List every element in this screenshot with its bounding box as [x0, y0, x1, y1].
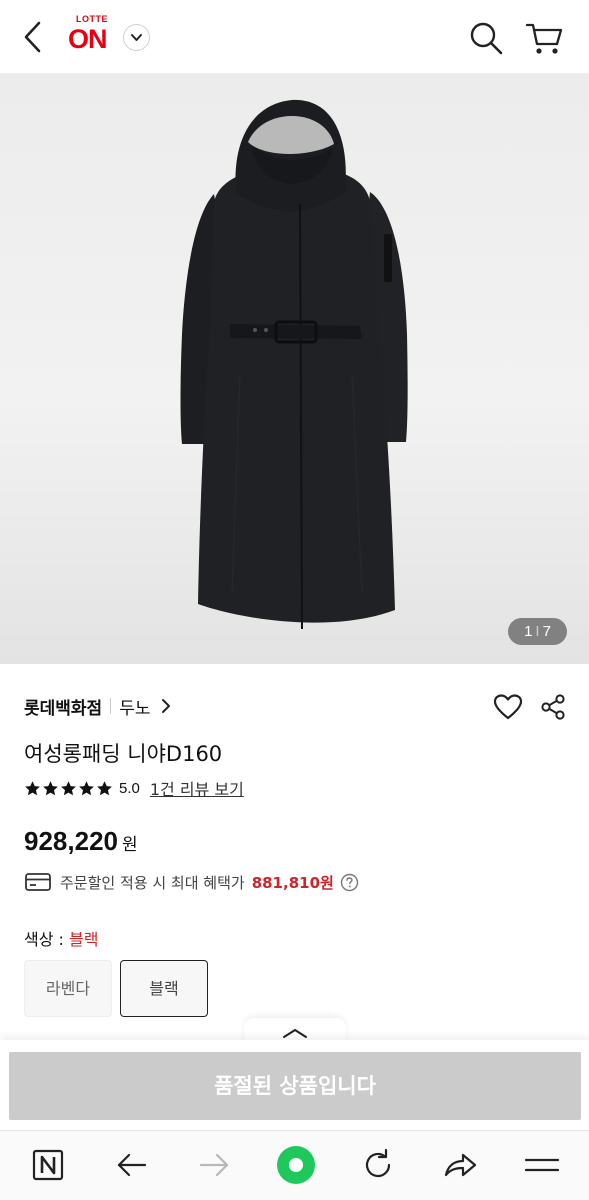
color-value: 블랙: [69, 930, 99, 949]
arrow-right-icon: [199, 1153, 229, 1177]
review-link[interactable]: 1건 리뷰 보기: [150, 776, 244, 800]
option-lavender[interactable]: 라벤다: [24, 960, 112, 1017]
star-icon: [43, 780, 58, 795]
brand-divider: [110, 698, 112, 714]
brand-row[interactable]: 롯데백화점 두노: [24, 694, 172, 719]
naver-n-icon: [32, 1149, 64, 1181]
image-counter: 1I7: [508, 618, 567, 645]
product-image-gallery[interactable]: 1I7: [0, 74, 589, 664]
chevron-down-icon: [131, 34, 142, 41]
benefit-row[interactable]: 주문할인 적용 시 최대 혜택가 881,810원: [24, 870, 359, 894]
back-button[interactable]: [18, 18, 50, 56]
star-icon: [61, 780, 76, 795]
image-counter-total: 7: [542, 623, 551, 640]
refresh-icon: [365, 1148, 391, 1178]
wishlist-button[interactable]: [493, 693, 523, 721]
rating-row: 5.0 1건 리뷰 보기: [24, 776, 244, 800]
search-icon: [470, 22, 503, 55]
share-button[interactable]: [539, 693, 567, 721]
color-label: 색상 :: [24, 930, 70, 949]
lotte-on-logo[interactable]: LOTTE ON: [66, 14, 118, 58]
naver-button[interactable]: [26, 1145, 70, 1185]
store-name[interactable]: 롯데백화점: [24, 694, 102, 719]
home-dot-icon: [277, 1146, 315, 1184]
back-icon: [24, 21, 41, 53]
browser-toolbar: [0, 1130, 589, 1200]
brand-name[interactable]: 두노: [119, 694, 150, 719]
image-counter-separator: I: [535, 623, 540, 640]
price-unit: 원: [121, 835, 138, 855]
rating-stars: [24, 780, 113, 797]
browser-menu-button[interactable]: [520, 1145, 564, 1185]
benefit-price: 881,810원: [251, 873, 334, 892]
menu-icon: [524, 1158, 560, 1172]
chevron-right-icon: [162, 699, 171, 713]
arrow-left-icon: [117, 1153, 147, 1177]
share-icon: [541, 694, 565, 720]
top-header: LOTTE ON: [0, 0, 589, 74]
cart-icon: [525, 23, 563, 54]
cart-button[interactable]: [524, 20, 564, 56]
star-icon: [79, 780, 94, 795]
browser-home-button[interactable]: [272, 1145, 320, 1185]
logo-main-text: ON: [68, 24, 107, 54]
logo-top-text: LOTTE: [76, 14, 108, 24]
card-icon: [25, 873, 51, 891]
refresh-button[interactable]: [356, 1145, 400, 1185]
browser-forward-button[interactable]: [192, 1145, 236, 1185]
heart-icon: [493, 694, 523, 720]
price-row: 928,220 원: [24, 826, 138, 857]
star-icon: [97, 780, 112, 795]
service-dropdown-button[interactable]: [123, 24, 150, 51]
soldout-button[interactable]: 품절된 상품입니다: [9, 1052, 581, 1120]
rating-score: 5.0: [119, 779, 140, 797]
product-title: 여성롱패딩 니야D160: [24, 742, 223, 766]
benefit-text: 주문할인 적용 시 최대 혜택가: [60, 873, 245, 892]
color-selection-label: 색상 : 블랙: [24, 926, 98, 950]
search-button[interactable]: [468, 20, 504, 56]
help-icon[interactable]: [340, 873, 359, 892]
browser-share-button[interactable]: [438, 1145, 482, 1185]
share-arrow-icon: [444, 1153, 477, 1177]
product-price: 928,220: [24, 826, 118, 856]
product-image-coat: [180, 99, 408, 630]
option-black[interactable]: 블랙: [120, 960, 208, 1017]
star-icon: [25, 780, 40, 795]
product-page: LOTTE ON 1 I 7 롯데백화점 두노 여성롱패딩 니야D160 5.0…: [0, 0, 589, 1200]
browser-back-button[interactable]: [110, 1145, 154, 1185]
